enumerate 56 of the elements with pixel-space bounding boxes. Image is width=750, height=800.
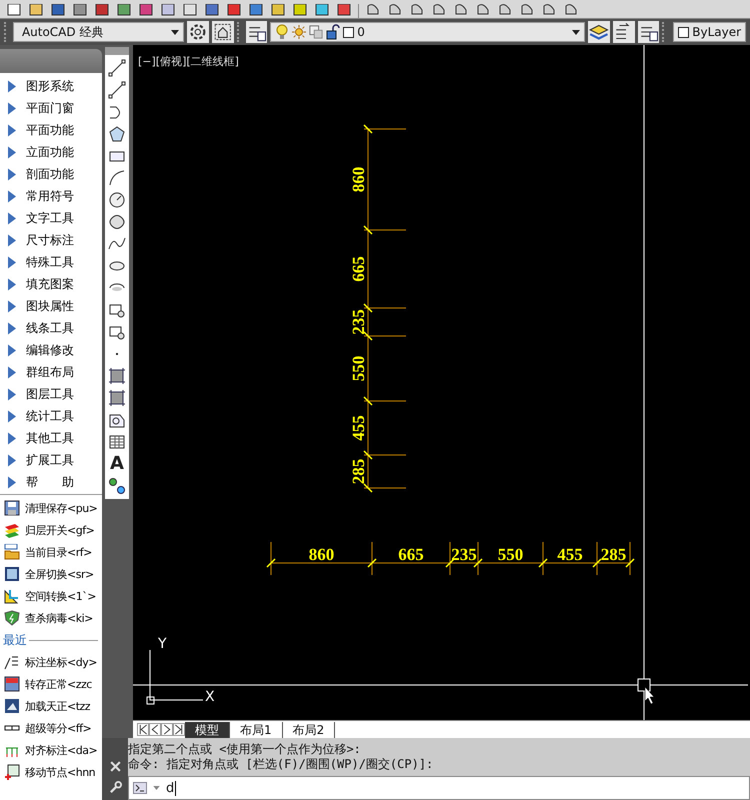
workspace-dropdown[interactable]: AutoCAD 经典 — [12, 22, 184, 42]
menu-item[interactable]: 统计工具 — [0, 405, 102, 427]
viewport-label[interactable]: [−][俯视][二维线框] — [138, 54, 239, 69]
tool-item[interactable]: 归层开关<gf> — [0, 519, 102, 541]
axis-label: Y — [158, 636, 167, 652]
menu-item[interactable]: 群组布局 — [0, 361, 102, 383]
command-input[interactable]: d — [128, 776, 750, 800]
layout-tab[interactable]: 模型 — [185, 722, 230, 738]
menu-item[interactable]: 扩展工具 — [0, 449, 102, 471]
dimension-text: 285 — [349, 458, 368, 484]
dimension-text: 665 — [398, 545, 424, 564]
tool-item[interactable]: 全屏切换<sr> — [0, 563, 102, 585]
tool-item[interactable]: 查杀病毒<ki> — [0, 607, 102, 629]
menu-item[interactable]: 文字工具 — [0, 207, 102, 229]
recent-item[interactable]: 加载天正<tzz — [0, 695, 102, 717]
axis-label: X — [205, 689, 215, 705]
dimension-text: 550 — [498, 545, 524, 564]
menu-item[interactable]: 尺寸标注 — [0, 229, 102, 251]
recent-item[interactable]: 移动节点<hnn — [0, 761, 102, 783]
menu-item[interactable]: 帮 助 — [0, 471, 102, 493]
dimension-text: 235 — [349, 309, 368, 335]
dimension-text: 860 — [308, 545, 334, 564]
dimension-text: 235 — [451, 545, 477, 564]
command-history-line: 命令: 指定对角点或 [栏选(F)/圈围(WP)/圈交(CP)]: — [128, 757, 434, 772]
recent-item[interactable]: 转存正常<zzc — [0, 673, 102, 695]
dimension-text: 285 — [600, 545, 626, 564]
menu-item[interactable]: 特殊工具 — [0, 251, 102, 273]
menu-item[interactable]: 平面功能 — [0, 119, 102, 141]
section-heading: 最近 — [3, 632, 27, 648]
dimension-text: 550 — [349, 356, 368, 382]
recent-item[interactable]: 对齐标注<da> — [0, 739, 102, 761]
menu-item[interactable]: 图层工具 — [0, 383, 102, 405]
recent-item[interactable]: 超级等分<ff> — [0, 717, 102, 739]
menu-item[interactable]: 线条工具 — [0, 317, 102, 339]
tool-item[interactable]: 当前目录<rf> — [0, 541, 102, 563]
color-dropdown[interactable]: ByLayer — [673, 22, 746, 42]
menu-item[interactable]: 图形系统 — [0, 75, 102, 97]
text-tool-icon[interactable]: A — [110, 455, 124, 473]
layer-dropdown[interactable]: 0 — [270, 22, 586, 42]
tool-item[interactable]: 空间转换<1`> — [0, 585, 102, 607]
dimension-text: 665 — [349, 256, 368, 282]
recent-item[interactable]: 标注坐标<dy> — [0, 651, 102, 673]
command-history-line: 指定第二个点或 <使用第一个点作为位移>: — [128, 742, 362, 757]
menu-item[interactable]: 填充图案 — [0, 273, 102, 295]
dimension-text: 455 — [557, 545, 583, 564]
dimension-text: 455 — [349, 415, 368, 441]
dimension-text: 860 — [349, 166, 368, 192]
menu-item[interactable]: 立面功能 — [0, 141, 102, 163]
menu-item[interactable]: 剖面功能 — [0, 163, 102, 185]
tool-item[interactable]: 清理保存<pu> — [0, 497, 102, 519]
menu-item[interactable]: 图块属性 — [0, 295, 102, 317]
menu-item[interactable]: 其他工具 — [0, 427, 102, 449]
menu-item[interactable]: 编辑修改 — [0, 339, 102, 361]
menu-item[interactable]: 常用符号 — [0, 185, 102, 207]
drawing-canvas[interactable]: [−][俯视][二维线框] 860 665 235 550 455 285 860 665 235 550 455 285 Y X — [133, 45, 750, 720]
menu-item[interactable]: 平面门窗 — [0, 97, 102, 119]
